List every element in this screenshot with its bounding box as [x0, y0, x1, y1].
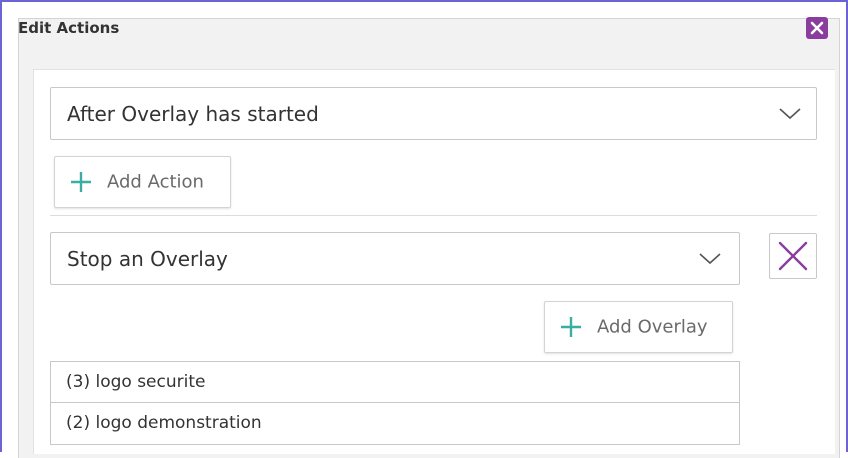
- add-action-button[interactable]: Add Action: [54, 156, 231, 208]
- close-dialog-button[interactable]: [806, 17, 828, 39]
- plus-icon: [561, 317, 581, 337]
- chevron-down-icon: [699, 252, 721, 264]
- action-select-value: Stop an Overlay: [67, 246, 228, 271]
- trigger-select[interactable]: After Overlay has started: [50, 87, 817, 140]
- trigger-select-value: After Overlay has started: [67, 101, 319, 126]
- add-overlay-button[interactable]: Add Overlay: [544, 301, 733, 353]
- remove-action-button[interactable]: [769, 233, 817, 279]
- chevron-down-icon: [779, 107, 801, 119]
- divider: [50, 215, 817, 216]
- overlay-list: (3) logo securite (2) logo demonstration: [50, 361, 740, 445]
- dialog-title: Edit Actions: [18, 19, 120, 37]
- close-icon: [810, 21, 824, 35]
- list-item[interactable]: (3) logo securite: [51, 362, 739, 403]
- add-overlay-label: Add Overlay: [597, 316, 708, 338]
- x-icon: [778, 241, 808, 271]
- plus-icon: [71, 172, 91, 192]
- list-item[interactable]: (2) logo demonstration: [51, 403, 739, 444]
- action-type-select[interactable]: Stop an Overlay: [50, 232, 740, 285]
- add-action-label: Add Action: [107, 171, 204, 193]
